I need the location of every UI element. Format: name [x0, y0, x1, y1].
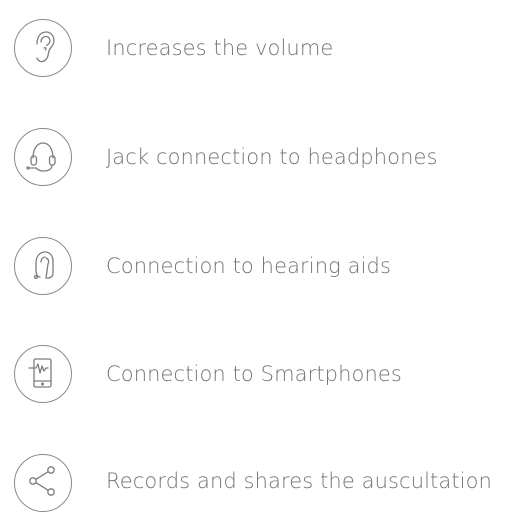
feature-item-headphones: Jack connection to headphones	[0, 128, 524, 198]
ear-icon	[14, 19, 72, 77]
feature-label: Records and shares the auscultation	[106, 469, 492, 493]
feature-label: Jack connection to headphones	[106, 145, 438, 169]
feature-label: Connection to Smartphones	[106, 362, 402, 386]
feature-item-smartphones: Connection to Smartphones	[0, 345, 524, 415]
feature-item-hearing-aids: Connection to hearing aids	[0, 237, 524, 307]
feature-item-volume: Increases the volume	[0, 19, 524, 89]
feature-list: Increases the volume Jack connection to …	[0, 0, 524, 512]
smartphone-icon	[14, 345, 72, 403]
hearing-aid-icon	[14, 237, 72, 295]
share-icon	[14, 454, 72, 512]
feature-label: Connection to hearing aids	[106, 254, 391, 278]
headphones-icon	[14, 128, 72, 186]
feature-item-share: Records and shares the auscultation	[0, 454, 524, 524]
feature-label: Increases the volume	[106, 36, 334, 60]
